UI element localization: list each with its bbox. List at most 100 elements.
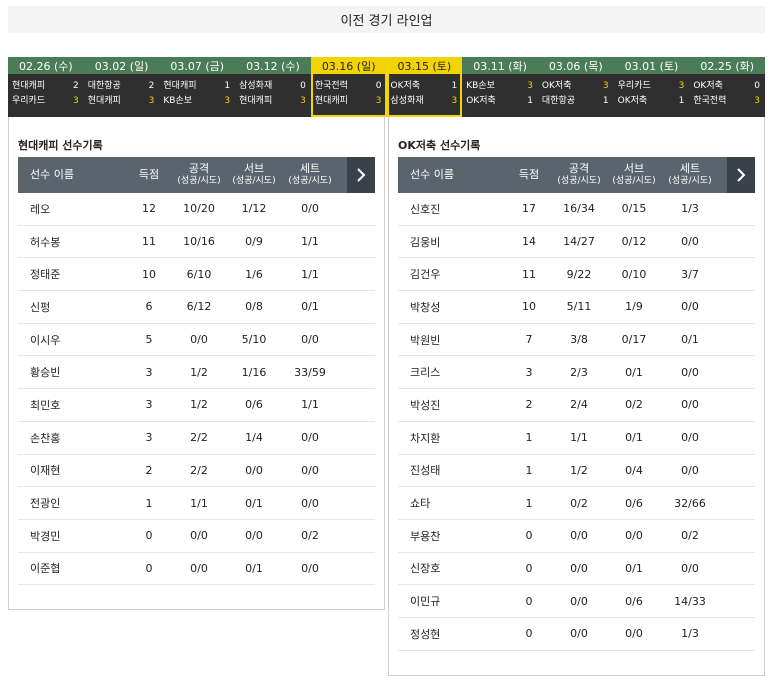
player-serve: 0/12 — [621, 235, 647, 249]
player-name: 정성현 — [410, 627, 441, 641]
player-attack: 2/2 — [190, 431, 208, 445]
match-date: 03.11 (화) — [462, 57, 538, 74]
team-name: 현대캐피 — [87, 96, 121, 106]
team-name: OK저축 — [617, 96, 648, 106]
table-row: 정성현 0 0/0 0/0 1/3 — [398, 618, 755, 651]
player-name: 박창성 — [410, 300, 441, 314]
player-name: 전광인 — [30, 497, 61, 511]
player-points: 10 — [522, 300, 536, 314]
player-serve: 1/6 — [245, 267, 263, 281]
match-date: 03.01 (토) — [613, 57, 690, 74]
player-set: 0/0 — [681, 561, 699, 575]
player-set: 1/3 — [681, 627, 699, 641]
table-row: 신장호 0 0/0 0/1 0/0 — [398, 553, 755, 586]
chevron-right-icon[interactable] — [347, 157, 375, 193]
match-tab[interactable]: 03.15 (토) OK저축 1 삼성화재 3 — [386, 57, 463, 117]
player-points: 0 — [145, 561, 153, 575]
player-set: 0/1 — [301, 300, 319, 314]
match-date: 02.25 (화) — [689, 57, 766, 74]
match-away-row: 현대캐피 3 — [88, 94, 155, 109]
chevron-right-icon[interactable] — [727, 157, 755, 193]
match-tab[interactable]: 03.16 (일) 한국전력 0 현대캐피 3 — [310, 57, 387, 117]
player-attack: 10/20 — [183, 202, 215, 216]
team-score: 2 — [148, 81, 155, 91]
player-serve: 0/1 — [245, 496, 263, 510]
match-tab[interactable]: 02.25 (화) OK저축 0 한국전력 3 — [689, 57, 766, 117]
table-row: 레오 12 10/20 1/12 0/0 — [18, 193, 375, 226]
player-set: 3/7 — [681, 267, 699, 281]
player-name: 김건우 — [410, 268, 441, 282]
player-name: 신장호 — [410, 562, 441, 576]
col-points: 득점 — [518, 168, 540, 181]
player-name: 부용찬 — [410, 529, 441, 543]
team-score: 3 — [602, 81, 609, 91]
player-serve: 0/6 — [625, 594, 643, 608]
team-score: 3 — [527, 81, 533, 91]
player-attack: 3/8 — [570, 333, 588, 347]
team-name: 한국전력 — [693, 96, 727, 106]
team-name: OK저축 — [390, 81, 421, 91]
player-attack: 0/0 — [570, 561, 588, 575]
player-attack: 5/11 — [566, 300, 592, 314]
table-row: 이시우 5 0/0 5/10 0/0 — [18, 324, 375, 357]
player-serve: 0/15 — [621, 202, 647, 216]
match-tab[interactable]: 03.07 (금) 현대캐피 1 KB손보 3 — [159, 57, 236, 117]
player-attack: 2/3 — [570, 365, 588, 379]
player-attack: 0/0 — [190, 529, 208, 543]
team-name: 대한항공 — [541, 96, 576, 106]
player-serve: 0/0 — [245, 463, 263, 477]
table-row: 정태준 10 6/10 1/6 1/1 — [18, 258, 375, 292]
player-points: 6 — [145, 300, 153, 314]
home-team-panel: 현대캐피 선수기록 선수 이름 득점 공격 (성공/시도) 서브 (성공/시도) 세… — [8, 117, 385, 610]
player-name: 황승빈 — [30, 366, 61, 380]
player-set: 1/1 — [301, 398, 319, 412]
player-attack: 10/16 — [183, 235, 215, 249]
team-name: OK저축 — [466, 96, 496, 106]
player-set: 0/1 — [681, 333, 699, 347]
player-points: 0 — [525, 561, 533, 575]
match-tab[interactable]: 02.26 (수) 현대캐피 2 우리카드 3 — [8, 57, 84, 117]
match-tab[interactable]: 03.06 (목) OK저축 3 대한항공 1 — [537, 57, 614, 117]
table-row: 김웅비 14 14/27 0/12 0/0 — [398, 226, 755, 259]
match-tab[interactable]: 03.01 (토) 우리카드 3 OK저축 1 — [613, 57, 690, 117]
team-score: 3 — [451, 96, 458, 106]
team-name: 우리카드 — [617, 81, 651, 91]
player-set: 32/66 — [674, 496, 706, 510]
team-score: 0 — [375, 81, 382, 91]
table-row: 박성진 2 2/4 0/2 0/0 — [398, 389, 755, 422]
player-set: 0/0 — [301, 202, 319, 216]
match-date: 03.07 (금) — [159, 57, 236, 74]
match-tab[interactable]: 03.12 (수) 삼성화재 0 현대캐피 3 — [235, 57, 311, 117]
player-set: 0/0 — [681, 431, 699, 445]
player-serve: 1/4 — [245, 431, 263, 445]
table-row: 부용찬 0 0/0 0/0 0/2 — [398, 520, 755, 553]
team-score: 1 — [224, 81, 231, 91]
player-points: 7 — [525, 333, 533, 347]
team-name: KB손보 — [163, 96, 193, 106]
player-name: 손찬홍 — [30, 431, 61, 445]
match-away-row: 현대캐피 3 — [239, 94, 306, 109]
table-row: 황승빈 3 1/2 1/16 33/59 — [18, 356, 375, 390]
match-date: 03.02 (일) — [83, 57, 160, 74]
player-attack: 1/2 — [570, 463, 588, 477]
panel-title: OK저축 선수기록 — [398, 139, 481, 152]
match-away-row: 우리카드 3 — [12, 94, 79, 109]
team-score: 3 — [754, 96, 761, 106]
match-tab[interactable]: 03.02 (일) 대한항공 2 현대캐피 3 — [83, 57, 160, 117]
col-serve: 서브 (성공/시도) — [612, 162, 656, 187]
player-points: 14 — [522, 235, 536, 249]
player-attack: 2/2 — [190, 463, 208, 477]
match-away-row: OK저축 1 — [618, 94, 685, 109]
team-score: 2 — [72, 81, 79, 91]
team-score: 3 — [678, 81, 685, 91]
player-points: 10 — [142, 267, 156, 281]
player-name: 허수봉 — [30, 235, 61, 249]
player-serve: 0/2 — [625, 398, 643, 412]
match-tab[interactable]: 03.11 (화) KB손보 3 OK저축 1 — [462, 57, 538, 117]
player-name: 박원빈 — [410, 333, 441, 347]
player-points: 1 — [145, 496, 153, 510]
col-serve: 서브 (성공/시도) — [232, 162, 276, 187]
player-name: 이민규 — [410, 595, 441, 609]
player-attack: 1/2 — [190, 365, 208, 379]
player-serve: 0/6 — [625, 496, 643, 510]
